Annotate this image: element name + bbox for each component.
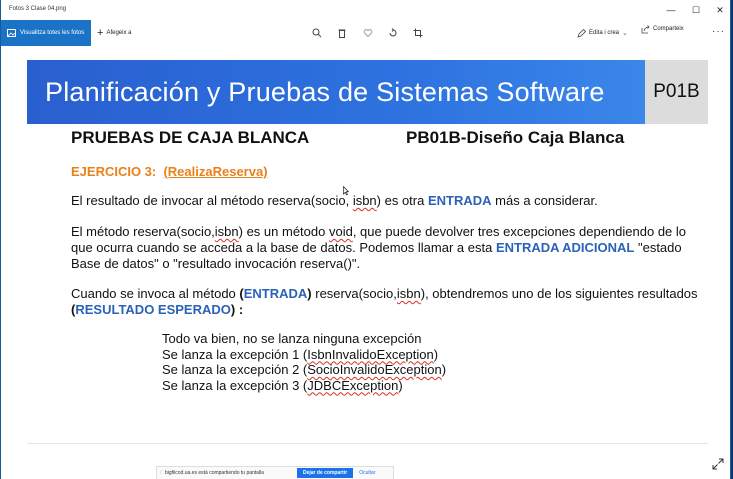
drag-handle-icon[interactable]: ⁞ [157,470,165,476]
toolbar: Visualitza totes les fotos + Afegeix a E… [1,20,730,46]
window-title: Fotos 3 Clase 04.png [9,6,67,12]
list-item-close: ) [398,377,403,393]
chevron-down-icon: ⌄ [622,30,628,37]
exercise-title: EJERCICIO 3: (RealizaReserva) [71,164,268,179]
slide-heading-left: PRUEBAS DE CAJA BLANCA [71,128,310,147]
list-item: Se lanza la excepción 3 (JDBCException) [162,378,446,394]
photos-window: Fotos 3 Clase 04.png — ☐ ✕ Visualitza to… [0,0,731,479]
p3-text-f: ), obtendremos uno de los siguientes res… [420,286,698,301]
p3-text-d: reserva(socio, [311,286,397,301]
delete-icon[interactable] [335,26,349,40]
p2-isbn: isbn [214,224,239,239]
p2-text-a: El método reserva(socio, [71,224,215,239]
p2-void: void [328,224,353,239]
view-all-photos-label: Visualitza totes les fotos [20,30,85,36]
hide-share-bar-button[interactable]: Ocultar [359,470,375,476]
edit-icon [577,28,586,38]
add-to-label: Afegeix a [106,30,132,36]
list-item-exception: SocioInvalidoException [307,362,442,377]
slide-image: Planificación y Pruebas de Sistemas Soft… [27,60,708,444]
exercise-name: (RealizaReserva) [163,164,268,179]
list-item-exception: JDBCException [307,377,399,393]
p1-text-a: El resultado de invocar al método reserv… [71,193,353,208]
list-item: Se lanza la excepción 2 (SocioInvalidoEx… [162,362,446,378]
exercise-prefix: EJERCICIO 3: [71,164,164,179]
list-item-text: Se lanza la excepción 3 ( [162,377,308,393]
photos-icon [7,29,16,37]
edit-create-button[interactable]: Edita i crea ⌄ [577,20,628,46]
zoom-icon[interactable] [310,26,324,40]
p3-isbn: isbn [396,286,421,301]
p3-keyword-resultado: RESULTADO ESPERADO [75,302,231,317]
p1-isbn: isbn [352,193,377,208]
more-options-button[interactable]: ··· [712,26,725,37]
paragraph-3: Cuando se invoca al método (ENTRADA) res… [71,286,701,318]
list-item-close: ) [441,362,447,377]
list-item: Se lanza la excepción 1 (IsbnInvalidoExc… [162,347,446,363]
share-label: Comparteix [653,26,684,32]
title-bar: Fotos 3 Clase 04.png — ☐ ✕ [1,0,730,20]
view-all-photos-button[interactable]: Visualitza totes les fotos [1,20,91,46]
list-item-text: Todo va bien, no se lanza ninguna excepc… [162,331,422,346]
p2-keyword: ENTRADA ADICIONAL [495,240,635,255]
close-button[interactable]: ✕ [706,3,733,17]
list-item-text: Se lanza la excepción 2 ( [162,362,308,377]
share-message: bigfiicod.ua.es está compartiendo tu pan… [165,470,264,476]
add-to-button[interactable]: + Afegeix a [97,20,131,46]
list-item-text: Se lanza la excepción 1 ( [162,346,308,362]
crop-icon[interactable] [411,26,425,40]
screen-share-bar: ⁞ bigfiicod.ua.es está compartiendo tu p… [156,466,394,479]
slide-banner-title: Planificación y Pruebas de Sistemas Soft… [27,60,645,124]
list-item-exception: IsbnInvalidoException [307,346,434,362]
results-list: Todo va bien, no se lanza ninguna excepc… [162,331,446,393]
p3-paren-close-2: ) : [230,302,244,317]
minimize-button[interactable]: — [657,3,685,17]
slide-heading-right: PB01B-Diseño Caja Blanca [406,128,625,147]
paragraph-1: El resultado de invocar al método reserv… [71,193,701,209]
plus-icon: + [97,26,104,39]
p3-text-a: Cuando se invoca al método [71,286,240,301]
share-button[interactable]: Comparteix [641,25,684,34]
list-item: Todo va bien, no se lanza ninguna excepc… [162,331,446,347]
stop-sharing-button[interactable]: Dejar de compartir [297,468,354,478]
mouse-cursor-icon [343,186,349,196]
p2-text-c: ) es un método [238,224,329,239]
p3-keyword-entrada: ENTRADA [243,286,308,301]
share-icon [641,25,650,34]
fullscreen-icon[interactable] [712,458,724,470]
rotate-icon[interactable] [386,26,400,40]
p1-text-d: más a considerar. [491,193,598,208]
list-item-close: ) [433,346,439,362]
p1-text-c: ) es otra [376,193,428,208]
edit-create-label: Edita i crea [589,30,620,36]
slide-code: P01B [645,60,708,124]
p1-keyword: ENTRADA [427,193,492,208]
heart-icon[interactable] [361,26,375,40]
paragraph-2: El método reserva(socio,isbn) es un méto… [71,224,701,272]
